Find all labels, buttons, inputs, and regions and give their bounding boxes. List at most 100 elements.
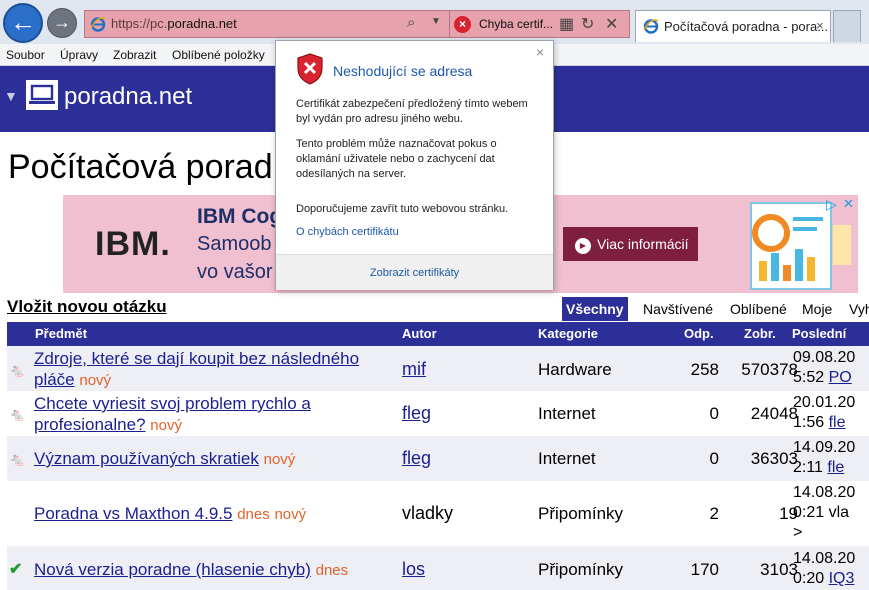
question-link[interactable]: Význam používaných skratiek [34,449,259,468]
filter-vyhledat[interactable]: Vyh [845,297,869,321]
col-category[interactable]: Kategorie [538,326,598,341]
answers-count: 0 [709,404,719,423]
tab-poradna[interactable]: Počítačová poradna - pora... × [635,10,831,42]
last-date: 14.09.20 [793,439,856,456]
col-answers[interactable]: Odp. [684,326,714,341]
ad-close-icon[interactable]: ✕ [843,196,854,212]
view-certificates-link[interactable]: Zobrazit certifikáty [276,267,553,279]
question-link[interactable]: Poradna vs Maxthon 4.9.5 [34,504,232,523]
category: Připomínky [538,560,624,579]
author-link[interactable]: mif [402,359,426,380]
last-post: 14.08.20 0:21 vla > [793,483,855,543]
last-date: 09.08.20 [793,349,856,366]
menu-toggle-icon[interactable]: ▼ [4,88,18,104]
new-badge: nový [79,372,112,389]
last-date: 14.08.20 [793,550,856,567]
views-count: 24048 [750,404,798,423]
last-post: 20.01.20 1:56 fle [793,393,855,433]
menu-upravy[interactable]: Úpravy [60,48,98,62]
certificate-error-indicator[interactable]: × Chyba certif... ▦ ↻ ✕ [450,10,630,38]
browser-toolbar: ← → https://pc.poradna.net ⌕ ▼ × Chyba c… [0,0,869,44]
computer-icon[interactable] [26,80,58,110]
answers-count: 2 [709,504,719,523]
ad-cta-button[interactable]: Viac informácií [563,227,698,261]
question-subject: Nová verzia poradne (hlasenie chyb) dnes [34,559,399,581]
last-user-link[interactable]: fle [829,414,846,431]
last-user: vla [828,504,850,521]
ad-line-2: Samoob [197,233,272,255]
author-link[interactable]: los [402,559,425,580]
tab-close-icon[interactable]: × [816,18,824,33]
adchoices-icon[interactable]: ▷ [826,196,837,213]
table-row: 🐁 Zdroje, které se dají koupit bez násle… [7,346,869,391]
menu-zobrazit[interactable]: Zobrazit [113,48,156,62]
dropdown-arrow-icon[interactable]: ▼ [431,16,441,27]
col-author[interactable]: Autor [402,326,437,341]
page-title: Počítačová poradna [8,148,311,186]
table-row: ✔ Nová verzia poradne (hlasenie chyb) dn… [7,546,869,590]
last-date: 14.08.20 [793,484,856,501]
popup-paragraph-2: Tento problém může naznačovat pokus o ok… [296,138,497,180]
filter-vsechny[interactable]: Všechny [562,297,628,321]
search-icon[interactable]: ⌕ [407,14,415,31]
last-user-link[interactable]: fle [827,459,844,476]
certificate-error-label: Chyba certif... [479,17,554,31]
compatibility-icon[interactable]: ▦ [559,14,574,34]
author-link[interactable]: fleg [402,448,431,469]
last-user-link[interactable]: IQ3 [829,570,855,587]
last-post: 14.08.20 0:20 IQ3 [793,549,855,589]
category: Internet [538,449,596,468]
ie-tab-icon [643,19,659,34]
menu-oblibene[interactable]: Oblíbené položky [172,48,265,62]
error-icon: × [454,16,471,33]
back-button[interactable]: ← [3,3,43,43]
last-time: 0:20 [793,570,825,587]
address-bar[interactable]: https://pc.poradna.net ⌕ ▼ [84,10,450,38]
new-tab-button[interactable] [833,10,861,42]
popup-title: Neshodující se adresa [333,63,473,79]
mouse-icon: 🐁 [9,363,26,378]
ad-headline: IBM Cog [197,205,283,228]
question-subject: Zdroje, které se dají koupit bez následn… [34,348,399,391]
category: Připomínky [538,504,624,523]
author-link[interactable]: fleg [402,403,431,424]
last-post: 14.09.20 2:11 fle [793,438,855,478]
new-question-link[interactable]: Vložit novou otázku [7,297,167,317]
filter-navstivene[interactable]: Navštívené [639,297,717,321]
filter-oblibene[interactable]: Oblíbené [726,297,791,321]
col-subject[interactable]: Předmět [35,326,87,341]
address-url: https://pc.poradna.net [111,16,237,31]
col-views[interactable]: Zobr. [744,326,776,341]
answers-count: 170 [690,560,719,579]
new-badge: nový [274,506,307,523]
category: Internet [538,404,596,423]
menu-soubor[interactable]: Soubor [6,48,45,62]
certificate-errors-link[interactable]: O chybách certifikátu [296,226,399,238]
last-time: 5:52 [793,369,825,386]
popup-footer: Zobrazit certifikáty [276,254,553,290]
shield-error-icon [297,53,323,85]
filter-moje[interactable]: Moje [798,297,836,321]
last-time: 0:21 [793,504,825,521]
mouse-icon: 🐁 [9,407,26,422]
question-link[interactable]: Nová verzia poradne (hlasenie chyb) [34,560,311,579]
last-user-link[interactable]: PO [829,369,852,386]
address-url-prefix: https://pc. [111,16,168,31]
popup-close-icon[interactable]: × [536,44,544,60]
address-url-domain: poradna.net [167,16,237,31]
col-last[interactable]: Poslední [792,326,846,341]
mouse-icon: 🐁 [9,452,26,467]
stop-icon[interactable]: ✕ [605,14,618,34]
last-more-arrow[interactable]: > [793,524,802,541]
question-subject: Chcete vyriesit svoj problem rychlo a pr… [34,393,399,436]
question-subject: Poradna vs Maxthon 4.9.5 dnes nový [34,503,399,525]
popup-paragraph-3: Doporučujeme zavřít tuto webovou stránku… [296,203,509,215]
ad-line-3: vo vašor [197,261,273,283]
site-logo-text[interactable]: poradna.net [64,83,192,111]
ie-icon [90,17,106,32]
refresh-icon[interactable]: ↻ [581,14,594,34]
tab-title: Počítačová poradna - pora... [664,19,829,34]
forward-button[interactable]: → [47,8,77,38]
last-post: 09.08.20 5:52 PO [793,348,855,388]
check-icon: ✔ [9,561,23,578]
